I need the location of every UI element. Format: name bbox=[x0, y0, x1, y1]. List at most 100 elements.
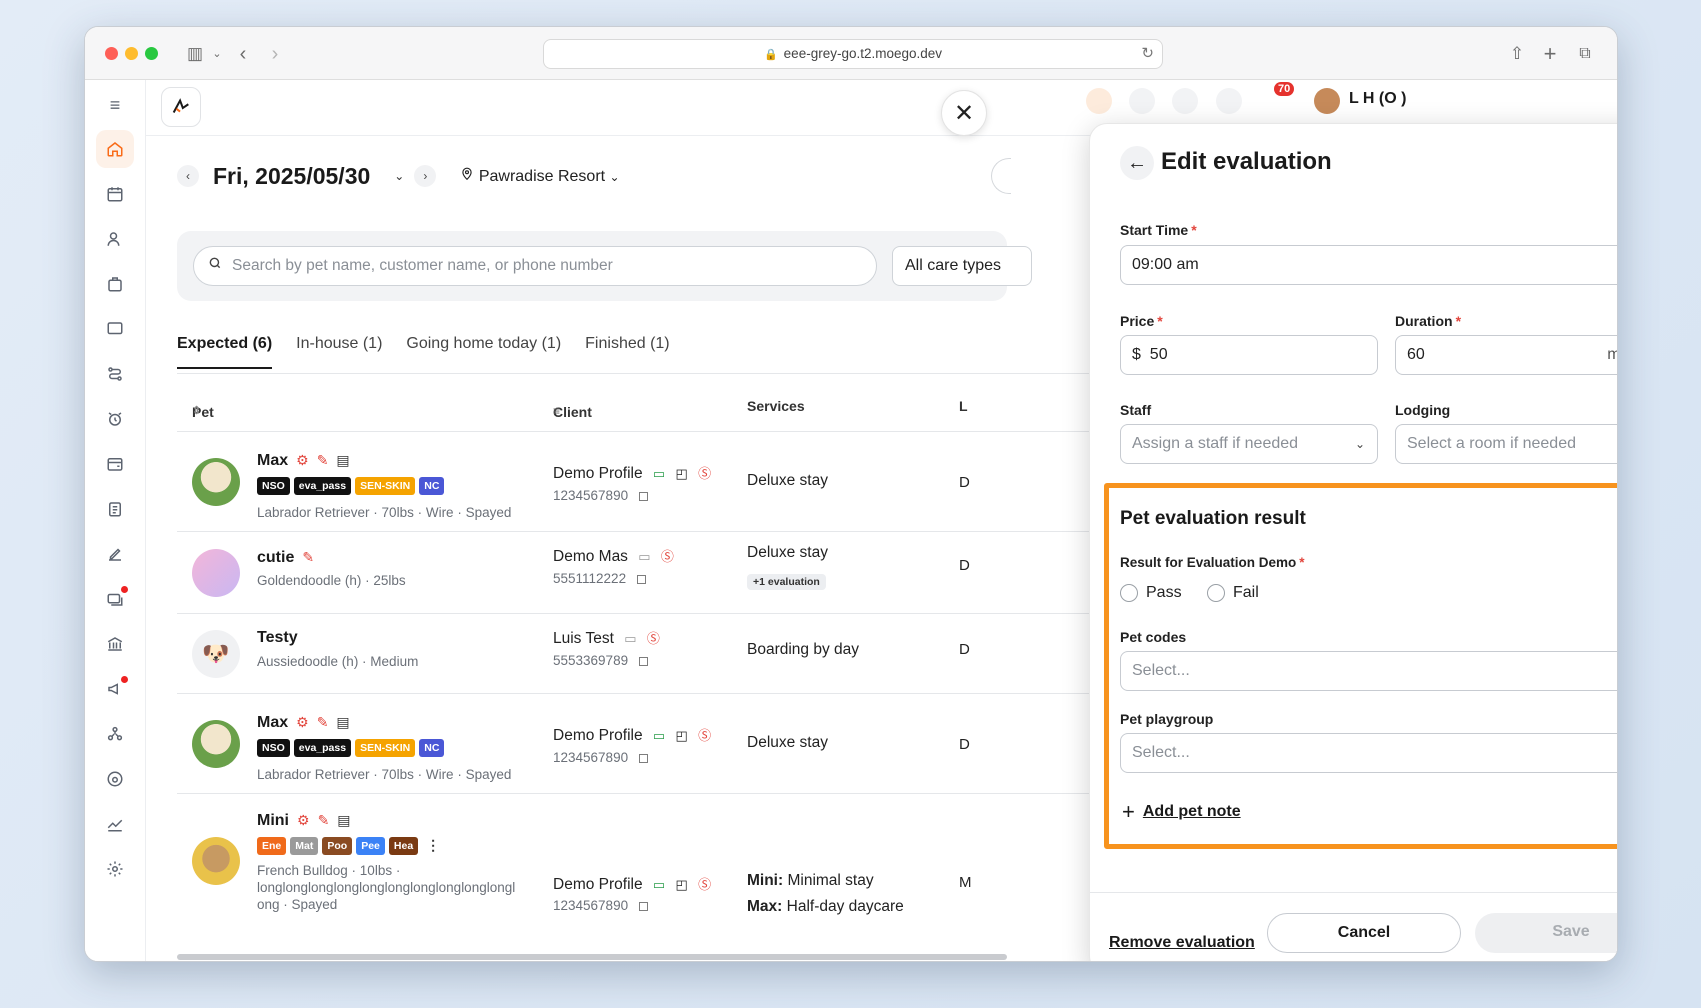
chevron-down-icon[interactable]: ⌄ bbox=[203, 40, 231, 68]
pen-icon[interactable] bbox=[96, 535, 134, 573]
card-icon: ▭ bbox=[652, 877, 666, 892]
chat-icon[interactable]: ◻ bbox=[638, 488, 649, 503]
pet-details: Goldendoodle (h) · 25lbs bbox=[257, 573, 406, 588]
duration-input[interactable]: 60 mins bbox=[1395, 335, 1617, 375]
minimize-window-button[interactable] bbox=[125, 47, 138, 60]
pet-name[interactable]: Mini bbox=[257, 812, 289, 829]
add-pet-note-button[interactable]: + Add pet note bbox=[1122, 801, 1241, 823]
home-icon[interactable] bbox=[96, 130, 134, 168]
tab-expected[interactable]: Expected (6) bbox=[177, 335, 273, 369]
user-name[interactable]: L H (O ) bbox=[1349, 90, 1406, 108]
tab-overview-icon[interactable]: ⧉ bbox=[1571, 40, 1599, 68]
chat-icon[interactable]: ◻ bbox=[638, 653, 649, 668]
horizontal-scrollbar[interactable] bbox=[177, 954, 1007, 960]
header-action-icon[interactable] bbox=[1216, 88, 1242, 114]
routes-icon[interactable] bbox=[96, 355, 134, 393]
tab-in-house[interactable]: In-house (1) bbox=[296, 335, 382, 369]
new-tab-icon[interactable]: + bbox=[1536, 40, 1564, 68]
clipboard-icon[interactable] bbox=[96, 490, 134, 528]
alert-icon: ✎ bbox=[316, 714, 329, 730]
care-types-select[interactable]: All care types bbox=[892, 246, 1032, 286]
network-icon[interactable] bbox=[96, 715, 134, 753]
address-bar[interactable]: 🔒 eee-grey-go.t2.moego.dev ↻ bbox=[543, 39, 1163, 69]
column-lodging: L bbox=[959, 398, 968, 414]
reload-icon[interactable]: ↻ bbox=[1141, 40, 1154, 68]
more-icon[interactable]: ⋮ bbox=[426, 837, 440, 855]
client-name[interactable]: Demo Profile bbox=[553, 465, 643, 482]
wallet-icon[interactable] bbox=[96, 445, 134, 483]
forward-icon[interactable]: › bbox=[261, 40, 289, 68]
playgroup-select[interactable]: Select... ⌄ bbox=[1120, 733, 1617, 773]
client-name[interactable]: Demo Profile bbox=[553, 876, 643, 893]
alarm-icon[interactable] bbox=[96, 400, 134, 438]
tag-poo: Poo bbox=[322, 837, 353, 855]
date-dropdown-icon[interactable]: ⌄ bbox=[394, 169, 404, 183]
notes-icon: ▤ bbox=[336, 714, 350, 730]
staff-select[interactable]: Assign a staff if needed ⌄ bbox=[1120, 424, 1378, 464]
chat-icon[interactable]: ◻ bbox=[638, 750, 649, 765]
header-action-icon[interactable] bbox=[1172, 88, 1198, 114]
pet-name[interactable]: cutie bbox=[257, 549, 294, 566]
client-name[interactable]: Demo Mas bbox=[553, 548, 628, 565]
start-time-input[interactable]: 09:00 am bbox=[1120, 245, 1617, 285]
pet-name-line: cutie ✎ bbox=[257, 549, 314, 567]
pet-name[interactable]: Max bbox=[257, 452, 288, 469]
lock-icon: 🔒 bbox=[763, 49, 778, 61]
moego-logo[interactable] bbox=[161, 87, 201, 127]
allergy-icon: ⚙ bbox=[296, 452, 309, 468]
chat-icon[interactable]: ◻ bbox=[638, 898, 649, 913]
radio-fail[interactable]: Fail bbox=[1207, 584, 1259, 602]
client-name[interactable]: Demo Profile bbox=[553, 727, 643, 744]
radio-pass[interactable]: Pass bbox=[1120, 584, 1182, 602]
pet-shield-icon[interactable] bbox=[96, 760, 134, 798]
remove-evaluation-link[interactable]: Remove evaluation bbox=[1109, 934, 1255, 952]
save-button[interactable]: Save bbox=[1475, 913, 1617, 953]
bag-icon: ◰ bbox=[675, 877, 688, 892]
pet-avatar bbox=[192, 458, 240, 506]
pet-name[interactable]: Testy bbox=[257, 629, 298, 647]
toolbar-partial-button[interactable] bbox=[991, 158, 1011, 194]
megaphone-icon[interactable] bbox=[96, 670, 134, 708]
pet-name[interactable]: Max bbox=[257, 714, 288, 731]
pet-codes-select[interactable]: Select... ⌄ bbox=[1120, 651, 1617, 691]
zoom-window-button[interactable] bbox=[145, 47, 158, 60]
settings-icon[interactable] bbox=[96, 850, 134, 888]
menu-icon[interactable]: ≡ bbox=[96, 86, 134, 124]
dog-placeholder-icon: 🐶 bbox=[192, 630, 240, 678]
tab-finished[interactable]: Finished (1) bbox=[585, 335, 669, 369]
next-day-icon[interactable]: › bbox=[414, 165, 437, 187]
reports-icon[interactable] bbox=[96, 805, 134, 843]
pet-avatar bbox=[192, 549, 240, 597]
duration-label-wrap: Duration * bbox=[1395, 313, 1461, 329]
pet-details: Aussiedoodle (h) · Medium bbox=[257, 654, 419, 669]
search-input[interactable]: Search by pet name, customer name, or ph… bbox=[193, 246, 877, 286]
date-bar: ‹ Fri, 2025/05/30 ⌄ › Pawradise Resort ⌄ bbox=[177, 158, 620, 194]
card-icon: ▭ bbox=[624, 631, 637, 646]
lodging-partial: D bbox=[959, 641, 970, 658]
prev-day-icon[interactable]: ‹ bbox=[177, 165, 199, 187]
price-input[interactable]: $ 50 bbox=[1120, 335, 1378, 375]
message-icon[interactable] bbox=[96, 310, 134, 348]
cancel-button[interactable]: Cancel bbox=[1267, 913, 1461, 953]
header-action-icon[interactable] bbox=[1129, 88, 1155, 114]
duration-label: Duration bbox=[1395, 313, 1453, 329]
clients-icon[interactable] bbox=[96, 220, 134, 258]
payments-icon[interactable] bbox=[96, 580, 134, 618]
close-panel-button[interactable]: ✕ bbox=[941, 90, 987, 136]
close-window-button[interactable] bbox=[105, 47, 118, 60]
alert-icon: ✎ bbox=[302, 549, 315, 565]
client-name[interactable]: Luis Test bbox=[553, 630, 614, 647]
client-phone: 1234567890 bbox=[553, 750, 629, 765]
calendar-icon[interactable] bbox=[96, 175, 134, 213]
back-icon[interactable]: ‹ bbox=[229, 40, 257, 68]
lodging-select[interactable]: Select a room if needed ⌄ bbox=[1395, 424, 1617, 464]
user-avatar[interactable] bbox=[1314, 88, 1340, 114]
share-icon[interactable]: ⇧ bbox=[1503, 40, 1531, 68]
tab-going-home[interactable]: Going home today (1) bbox=[406, 335, 561, 369]
chat-icon[interactable]: ◻ bbox=[636, 571, 647, 586]
back-arrow-icon[interactable]: ← bbox=[1120, 146, 1154, 180]
bank-icon[interactable] bbox=[96, 625, 134, 663]
header-avatar-icon[interactable] bbox=[1086, 88, 1112, 114]
bag-icon[interactable] bbox=[96, 265, 134, 303]
location-selector[interactable]: Pawradise Resort ⌄ bbox=[460, 167, 620, 186]
